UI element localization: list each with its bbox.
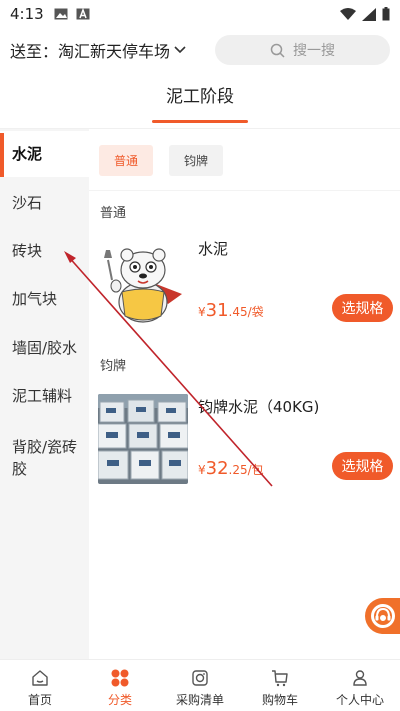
wifi-icon <box>340 7 356 20</box>
price-integer: 32 <box>205 458 229 479</box>
tab-label: 首页 <box>27 693 52 707</box>
mascot-bear-illustration <box>98 236 188 326</box>
purchase-list-icon <box>192 670 208 686</box>
product-image <box>98 394 188 484</box>
bottom-tab-bar: 首页 分类 采购清单 购物车 个人中心 <box>0 659 400 711</box>
sidebar-item-label: 墙固/胶水 <box>12 339 78 357</box>
sidebar-item-label: 水泥 <box>12 145 43 163</box>
home-icon <box>32 670 48 686</box>
sidebar-item-tile-adhesive[interactable]: 背胶/瓷砖胶 <box>0 427 86 489</box>
sidebar-item-sand-stone[interactable]: 沙石 <box>0 180 89 226</box>
tab-label: 个人中心 <box>335 693 384 707</box>
profile-icon <box>353 670 367 686</box>
product-card-junpai-cement[interactable]: 钧牌水泥（40KG) ¥32.25/包 选规格 <box>98 394 393 486</box>
stage-header: 泥工阶段 <box>0 72 400 128</box>
delivery-location-label: 送至：淘汇新天停车场 <box>10 42 171 61</box>
chip-regular[interactable]: 普通 <box>99 145 154 176</box>
cement-bags-photo <box>98 394 188 484</box>
sidebar-item-bricks[interactable]: 砖块 <box>0 228 89 274</box>
tab-cart[interactable]: 购物车 <box>240 660 320 711</box>
select-spec-button[interactable]: 选规格 <box>332 294 393 322</box>
product-price: ¥31.45/袋 <box>198 300 264 321</box>
search-placeholder: 搜一搜 <box>293 43 335 59</box>
price-decimal-unit: .25/包 <box>228 463 264 477</box>
category-sidebar: 水泥 沙石 砖块 加气块 墙固/胶水 泥工辅料 背胶/瓷砖胶 <box>0 129 89 659</box>
sidebar-item-aerated-block[interactable]: 加气块 <box>0 276 89 322</box>
price-integer: 31 <box>205 300 229 321</box>
tab-label: 采购清单 <box>175 693 224 707</box>
cart-icon <box>272 670 288 687</box>
tab-label: 购物车 <box>261 693 298 707</box>
search-icon <box>270 43 285 58</box>
customer-service-icon <box>371 604 395 628</box>
tab-category[interactable]: 分类 <box>80 660 160 711</box>
tab-home[interactable]: 首页 <box>0 660 80 711</box>
status-time: 4:13 <box>10 5 44 23</box>
chevron-down-icon <box>174 46 186 54</box>
sidebar-item-label: 沙石 <box>12 194 43 212</box>
product-name: 钧牌水泥（40KG) <box>198 398 320 416</box>
sidebar-item-masonry-accessories[interactable]: 泥工辅料 <box>0 373 89 419</box>
title-underline <box>152 119 248 123</box>
tab-profile[interactable]: 个人中心 <box>320 660 400 711</box>
product-name: 水泥 <box>198 240 229 258</box>
customer-service-button[interactable] <box>365 598 400 634</box>
divider <box>89 190 400 191</box>
product-price: ¥32.25/包 <box>198 458 264 479</box>
sidebar-item-label: 背胶/瓷砖胶 <box>12 438 78 478</box>
search-input[interactable]: 搜一搜 <box>215 35 390 65</box>
page-title[interactable]: 泥工阶段 <box>166 82 234 107</box>
sidebar-item-wall-glue[interactable]: 墙固/胶水 <box>0 325 89 371</box>
price-decimal-unit: .45/袋 <box>228 305 264 319</box>
section-label: 普通 <box>100 206 127 221</box>
filter-chips: 普通 钧牌 <box>99 145 224 176</box>
sidebar-item-label: 砖块 <box>12 242 43 260</box>
price-symbol: ¥ <box>198 305 206 319</box>
signal-icon <box>362 7 376 21</box>
sidebar-item-label: 泥工辅料 <box>12 387 73 405</box>
sidebar-item-cement[interactable]: 水泥 <box>0 131 89 177</box>
price-symbol: ¥ <box>198 463 206 477</box>
delivery-location-selector[interactable]: 送至：淘汇新天停车场 <box>10 38 186 62</box>
status-icons <box>340 7 390 21</box>
section-label: 钧牌 <box>100 359 127 374</box>
select-spec-button[interactable]: 选规格 <box>332 452 393 480</box>
image-notification-icon <box>54 8 68 20</box>
top-bar: 送至：淘汇新天停车场 搜一搜 <box>0 30 400 70</box>
product-image <box>98 236 188 326</box>
chip-junpai[interactable]: 钧牌 <box>169 145 224 176</box>
category-icon <box>111 669 129 687</box>
tab-purchase-list[interactable]: 采购清单 <box>160 660 240 711</box>
status-bar: 4:13 <box>0 0 400 28</box>
a-notification-icon <box>76 8 90 20</box>
product-card-cement[interactable]: 水泥 ¥31.45/袋 选规格 <box>98 236 393 328</box>
tab-label: 分类 <box>107 693 132 707</box>
battery-icon <box>382 7 390 21</box>
sidebar-item-label: 加气块 <box>12 290 58 308</box>
